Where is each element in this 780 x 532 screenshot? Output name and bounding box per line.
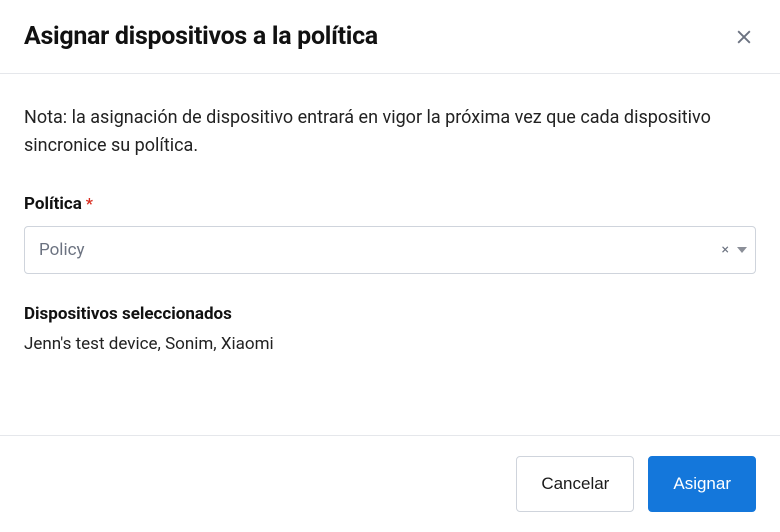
- policy-field-label: Política: [24, 194, 82, 214]
- policy-select-value: Policy: [39, 240, 85, 260]
- modal-title: Asignar dispositivos a la política: [24, 22, 378, 51]
- chevron-down-icon[interactable]: [737, 247, 747, 253]
- close-icon: [734, 27, 754, 47]
- select-controls: ×: [720, 241, 747, 259]
- modal-body: Nota: la asignación de dispositivo entra…: [0, 74, 780, 378]
- policy-label-row: Política *: [24, 194, 756, 214]
- assign-button[interactable]: Asignar: [648, 456, 756, 512]
- cancel-button[interactable]: Cancelar: [516, 456, 634, 512]
- selected-devices-heading: Dispositivos seleccionados: [24, 304, 756, 324]
- close-button[interactable]: [732, 25, 756, 49]
- clear-selection-icon[interactable]: ×: [720, 241, 731, 259]
- selected-devices-list: Jenn's test device, Sonim, Xiaomi: [24, 334, 756, 354]
- note-text: Nota: la asignación de dispositivo entra…: [24, 104, 724, 160]
- modal-footer: Cancelar Asignar: [0, 435, 780, 532]
- policy-select[interactable]: Policy ×: [24, 226, 756, 274]
- required-indicator: *: [86, 194, 93, 213]
- modal-header: Asignar dispositivos a la política: [0, 0, 780, 73]
